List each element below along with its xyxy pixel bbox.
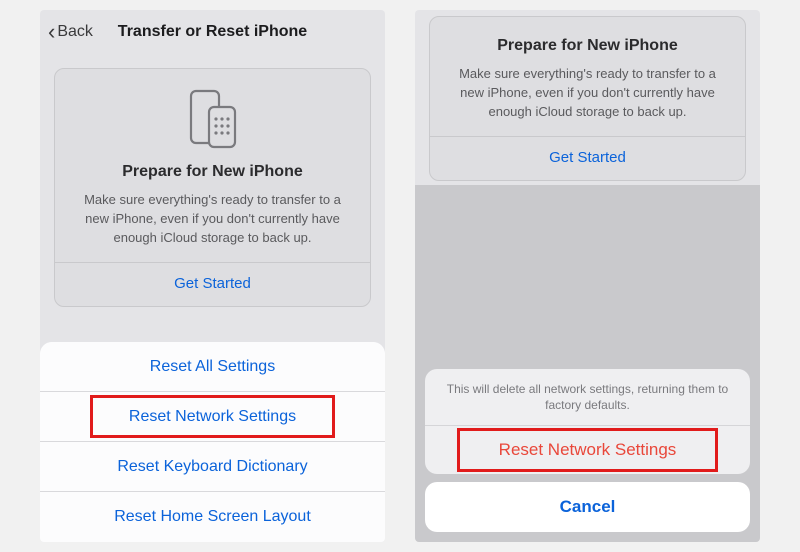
confirm-reset-network-settings[interactable]: Reset Network Settings (425, 426, 750, 474)
confirm-group: This will delete all network settings, r… (425, 369, 750, 474)
cancel-button[interactable]: Cancel (425, 482, 750, 532)
prepare-card: Prepare for New iPhone Make sure everyth… (54, 68, 371, 307)
chevron-left-icon: ‹ (48, 21, 55, 43)
devices-icon (69, 89, 356, 151)
card-title: Prepare for New iPhone (69, 163, 356, 181)
reset-network-settings[interactable]: Reset Network Settings (40, 392, 385, 442)
prepare-card: Prepare for New iPhone Make sure everyth… (429, 16, 746, 181)
confirm-message: This will delete all network settings, r… (425, 369, 750, 426)
get-started-button[interactable]: Get Started (444, 149, 731, 166)
back-label: Back (57, 23, 93, 41)
left-screenshot: ‹ Back Transfer or Reset iPhone Prepare … (40, 10, 385, 542)
back-button[interactable]: ‹ Back (48, 21, 93, 43)
divider (55, 262, 370, 263)
confirm-sheet: This will delete all network settings, r… (425, 369, 750, 532)
reset-sheet: Reset All Settings Reset Network Setting… (40, 342, 385, 542)
nav-bar: ‹ Back Transfer or Reset iPhone (40, 10, 385, 54)
card-title: Prepare for New iPhone (444, 37, 731, 55)
reset-keyboard-dictionary[interactable]: Reset Keyboard Dictionary (40, 442, 385, 492)
reset-all-settings[interactable]: Reset All Settings (40, 342, 385, 392)
card-description: Make sure everything's ready to transfer… (444, 65, 731, 122)
reset-home-screen-layout[interactable]: Reset Home Screen Layout (40, 492, 385, 542)
get-started-button[interactable]: Get Started (69, 275, 356, 292)
card-description: Make sure everything's ready to transfer… (69, 191, 356, 248)
divider (430, 136, 745, 137)
right-screenshot: Prepare for New iPhone Make sure everyth… (415, 10, 760, 542)
